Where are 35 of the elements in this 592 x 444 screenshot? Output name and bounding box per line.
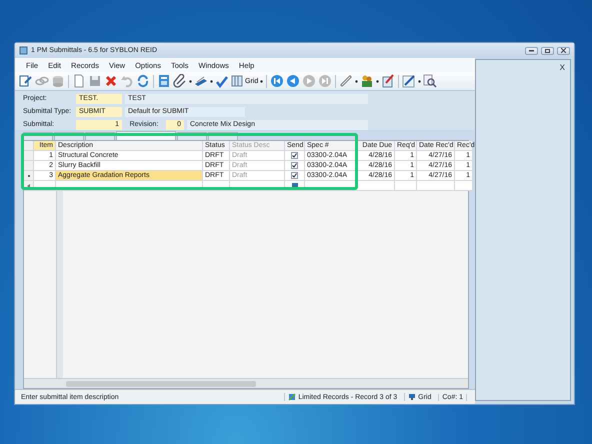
close-icon [561,48,566,53]
first-record-icon[interactable] [270,74,284,88]
maximize-button[interactable] [541,46,554,54]
table-cell [417,181,455,191]
delete-icon[interactable] [104,74,118,88]
calculator-icon[interactable] [157,74,171,88]
app-icon [19,46,28,55]
send-checkbox[interactable] [291,152,298,159]
link-icon[interactable] [35,74,49,88]
previous-record-icon[interactable] [286,74,300,88]
minimize-button[interactable] [525,46,538,54]
refresh-icon[interactable] [136,74,150,88]
table-cell [203,181,230,191]
database-icon[interactable] [51,74,65,88]
edit-document-icon[interactable] [19,74,33,88]
new-document-icon[interactable] [72,74,86,88]
search-icon[interactable] [423,74,438,88]
records-icon [288,393,296,401]
table-cell [395,181,417,191]
row-header[interactable] [24,171,34,181]
monitor-icon [408,393,416,401]
table-cell [34,181,56,191]
save-icon[interactable] [88,74,102,88]
table-cell [357,181,395,191]
maximize-icon [545,48,550,52]
close-button[interactable] [557,46,570,54]
new-row-icon [27,184,30,188]
people-icon[interactable] [360,74,374,88]
send-checkbox[interactable] [291,162,298,169]
table-cell [455,181,473,191]
close-panel-button[interactable]: X [554,60,570,75]
horizontal-scrollbar[interactable] [24,378,468,388]
send-checkbox[interactable] [291,172,298,179]
paperclip-icon[interactable] [173,74,187,88]
minimize-icon [529,50,534,52]
